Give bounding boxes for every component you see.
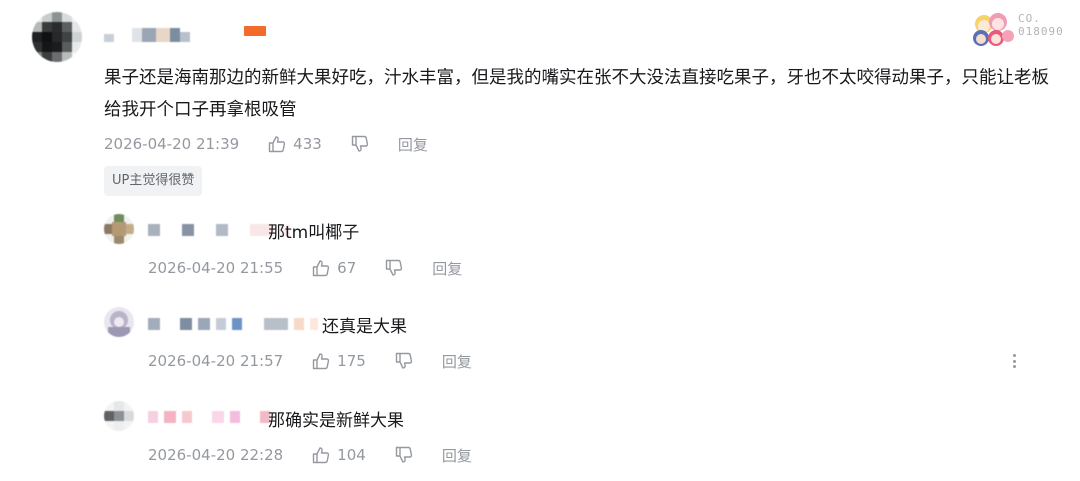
thumbs-down-icon (395, 352, 412, 369)
like-count: 67 (337, 259, 357, 277)
reply-meta: 2026-04-20 21:57 175 回复 (148, 350, 472, 372)
reply-username[interactable] (148, 317, 318, 331)
dislike-button[interactable] (350, 134, 370, 154)
more-vertical-icon[interactable] (1008, 350, 1020, 372)
like-button[interactable]: 433 (267, 134, 322, 154)
timestamp: 2026-04-20 22:28 (148, 446, 284, 464)
reply-text: 还真是大果 (322, 317, 407, 337)
thumbs-down-icon (386, 259, 403, 276)
reply-meta: 2026-04-20 22:28 104 回复 (148, 444, 472, 466)
reply-meta: 2026-04-20 21:55 67 回复 (148, 257, 462, 279)
like-button[interactable]: 175 (311, 351, 366, 371)
thumbs-up-icon (312, 353, 330, 370)
reply-button[interactable]: 回复 (398, 134, 428, 155)
dislike-button[interactable] (384, 258, 404, 278)
reply-button[interactable]: 回复 (442, 351, 472, 372)
level-badge (244, 26, 266, 36)
timestamp: 2026-04-20 21:39 (104, 135, 240, 153)
dislike-button[interactable] (394, 351, 414, 371)
like-button[interactable]: 104 (311, 445, 366, 465)
comment-text: 果子还是海南那边的新鲜大果好吃，汁水丰富，但是我的嘴实在张不大没法直接吃果子，牙… (104, 68, 1049, 120)
thumbs-up-icon (312, 260, 330, 277)
reply-text: 那确实是新鲜大果 (268, 411, 404, 431)
dislike-button[interactable] (394, 445, 414, 465)
decoration-number: CO. 018090 (1018, 12, 1064, 38)
timestamp: 2026-04-20 21:55 (148, 259, 284, 277)
reply-username[interactable] (148, 410, 270, 424)
thumbs-down-icon (395, 446, 412, 463)
comment-meta: 2026-04-20 21:39 433 回复 (104, 133, 428, 155)
up-liked-badge: UP主觉得很赞 (104, 166, 203, 196)
like-count: 104 (337, 446, 366, 464)
reply-button[interactable]: 回复 (432, 258, 462, 279)
thumbs-down-icon (351, 135, 368, 152)
like-count: 433 (293, 135, 322, 153)
reply-text: 那tm叫椰子 (268, 223, 360, 243)
thumbs-up-icon (312, 447, 330, 464)
like-count: 175 (337, 352, 366, 370)
username[interactable] (104, 28, 204, 42)
timestamp: 2026-04-20 21:57 (148, 352, 284, 370)
avatar[interactable] (32, 12, 82, 62)
thumbs-up-icon (268, 136, 286, 153)
like-button[interactable]: 67 (311, 258, 356, 278)
reply-button[interactable]: 回复 (442, 445, 472, 466)
reply-avatar[interactable] (104, 307, 134, 337)
reply-avatar[interactable] (104, 214, 134, 244)
reply-avatar[interactable] (104, 401, 134, 431)
